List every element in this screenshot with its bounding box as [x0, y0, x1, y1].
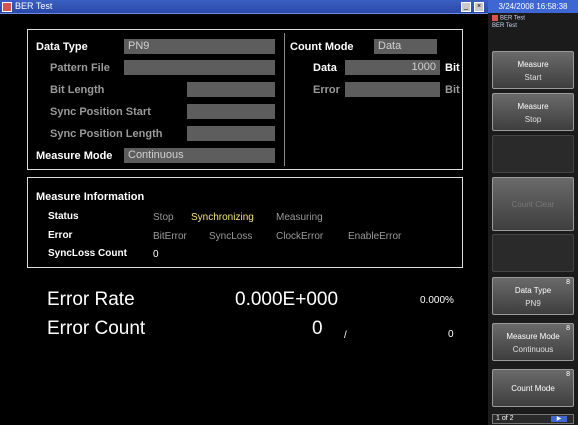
- softkey-sidebar: 3/24/2008 16:58:38 BER Test BER Test Mea…: [488, 0, 578, 425]
- sidebar-app-subtitle: BER Test: [492, 22, 517, 29]
- measure-stop-line1: Measure: [517, 102, 549, 111]
- error-clockerror: ClockError: [276, 231, 324, 242]
- bit-length-label: Bit Length: [50, 84, 105, 96]
- page-indicator-text: 1 of 2: [496, 415, 514, 422]
- empty-softkey-2: [492, 234, 574, 272]
- data-label: Data: [313, 62, 337, 74]
- error-syncloss: SyncLoss: [209, 231, 253, 242]
- next-page-arrow-icon[interactable]: ▶: [551, 416, 567, 422]
- status-measuring: Measuring: [276, 212, 323, 223]
- data-type-button[interactable]: 8 Data Type PN9: [492, 277, 574, 315]
- error-rate-value: 0.000E+000: [235, 289, 339, 310]
- count-mode-field[interactable]: Data: [374, 39, 437, 54]
- settings-divider: [284, 33, 285, 166]
- data-type-key-index: 8: [566, 279, 570, 286]
- error-label: Error: [313, 84, 340, 96]
- data-type-line2: PN9: [525, 299, 541, 308]
- count-clear-label: Count Clear: [511, 200, 555, 209]
- error-unit: Bit: [445, 84, 460, 96]
- syncloss-count-label: SyncLoss Count: [48, 248, 127, 259]
- pattern-file-field[interactable]: [124, 60, 275, 75]
- count-mode-key-index: 8: [566, 371, 570, 378]
- data-type-line1: Data Type: [514, 286, 552, 295]
- window-title: BER Test: [15, 1, 53, 11]
- count-mode-label: Count Mode: [290, 41, 354, 53]
- error-rate-percent: 0.000%: [420, 295, 454, 306]
- error-count-label: Error Count: [47, 318, 146, 339]
- sync-position-length-field[interactable]: [187, 126, 275, 141]
- sidebar-header: BER Test BER Test: [492, 15, 525, 30]
- app-icon: [492, 15, 498, 21]
- measure-mode-field[interactable]: Continuous: [124, 148, 275, 163]
- syncloss-count-value: 0: [153, 249, 159, 260]
- measure-stop-line2: Stop: [524, 115, 542, 124]
- sync-position-start-label: Sync Position Start: [50, 106, 151, 118]
- measure-mode-label: Measure Mode: [36, 150, 113, 162]
- empty-softkey-1: [492, 135, 574, 173]
- measure-start-line1: Measure: [517, 60, 549, 69]
- app-icon: [2, 2, 12, 12]
- count-clear-button[interactable]: Count Clear: [492, 177, 574, 231]
- measure-start-button[interactable]: Measure Start: [492, 51, 574, 89]
- error-field[interactable]: [345, 82, 440, 97]
- pattern-file-label: Pattern File: [50, 62, 110, 74]
- measure-mode-line1: Measure Mode: [506, 332, 560, 341]
- measure-mode-line2: Continuous: [512, 345, 554, 354]
- error-rate-label: Error Rate: [47, 289, 135, 310]
- sync-position-start-field[interactable]: [187, 104, 275, 119]
- datetime-display: 3/24/2008 16:58:38: [488, 0, 578, 13]
- measure-stop-button[interactable]: Measure Stop: [492, 93, 574, 131]
- measure-mode-key-index: 8: [566, 325, 570, 332]
- page-indicator[interactable]: 1 of 2 ▶: [492, 414, 574, 424]
- data-type-label: Data Type: [36, 41, 88, 53]
- sidebar-app-title: BER Test: [500, 15, 525, 22]
- error-status-label: Error: [48, 230, 73, 241]
- error-count-separator: /: [344, 330, 347, 341]
- status-stop: Stop: [153, 212, 174, 223]
- data-field[interactable]: 1000: [345, 60, 440, 75]
- minimize-button[interactable]: _: [461, 2, 471, 12]
- count-mode-label: Count Mode: [511, 384, 555, 393]
- data-type-field[interactable]: PN9: [124, 39, 275, 54]
- main-window: BER Test _ × Data Type PN9 Pattern File …: [0, 0, 488, 425]
- sync-position-length-label: Sync Position Length: [50, 128, 163, 140]
- measure-mode-button[interactable]: 8 Measure Mode Continuous: [492, 323, 574, 361]
- status-label: Status: [48, 211, 79, 222]
- measure-info-title: Measure Information: [36, 191, 145, 203]
- bit-length-field[interactable]: [187, 82, 275, 97]
- status-synchronizing: Synchronizing: [191, 212, 254, 223]
- close-button[interactable]: ×: [474, 2, 484, 12]
- title-bar: BER Test _ ×: [0, 0, 488, 14]
- error-count-value: 0: [312, 318, 323, 339]
- error-biterror: BitError: [153, 231, 187, 242]
- error-count-total: 0: [448, 329, 454, 340]
- data-unit: Bit: [445, 62, 460, 74]
- measure-start-line2: Start: [524, 73, 542, 82]
- error-enableerror: EnableError: [348, 231, 402, 242]
- count-mode-button[interactable]: 8 Count Mode: [492, 369, 574, 407]
